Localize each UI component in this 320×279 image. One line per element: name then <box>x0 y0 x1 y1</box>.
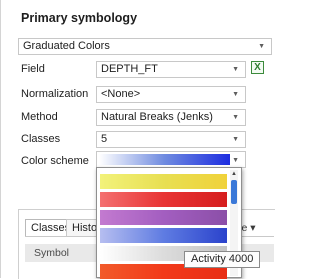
normalization-dropdown[interactable]: <None> ▼ <box>96 86 246 103</box>
selected-color-ramp <box>99 154 230 165</box>
chevron-down-icon: ▼ <box>232 66 239 73</box>
tooltip: Activity 4000 <box>184 251 261 268</box>
scroll-up-icon[interactable]: ▲ <box>230 170 238 178</box>
panel-left-border <box>0 0 1 278</box>
method-dropdown[interactable]: Natural Breaks (Jenks) ▼ <box>96 109 246 126</box>
scroll-thumb[interactable] <box>231 180 237 204</box>
chevron-down-icon: ▼ <box>232 157 239 164</box>
normalization-label: Normalization <box>21 88 89 100</box>
normalization-value: <None> <box>101 88 141 100</box>
chevron-down-icon: ▼ <box>232 136 239 143</box>
chevron-down-icon: ▼ <box>258 43 265 50</box>
expression-button[interactable]: X <box>251 61 264 74</box>
color-scheme-option[interactable] <box>100 210 227 225</box>
primary-symbology-heading: Primary symbology <box>21 11 138 25</box>
method-value: Natural Breaks (Jenks) <box>101 111 213 123</box>
symbol-header-label: Symbol <box>34 247 70 259</box>
field-dropdown[interactable]: DEPTH_FT ▼ <box>96 61 246 78</box>
classes-dropdown[interactable]: 5 ▼ <box>96 131 246 148</box>
method-label: Method <box>21 111 58 123</box>
color-scheme-option[interactable] <box>100 192 227 207</box>
color-scheme-label: Color scheme <box>21 155 89 167</box>
color-scheme-option[interactable] <box>100 228 227 243</box>
classes-value: 5 <box>101 133 108 145</box>
color-scheme-option[interactable] <box>100 174 227 189</box>
renderer-dropdown[interactable]: Graduated Colors ▼ <box>18 38 272 55</box>
classes-label: Classes <box>21 133 61 145</box>
chevron-down-icon: ▼ <box>232 114 239 121</box>
renderer-value: Graduated Colors <box>23 40 110 52</box>
field-label: Field <box>21 63 45 75</box>
expression-icon: X <box>254 62 261 73</box>
chevron-down-icon: ▼ <box>232 91 239 98</box>
field-value: DEPTH_FT <box>101 63 158 75</box>
